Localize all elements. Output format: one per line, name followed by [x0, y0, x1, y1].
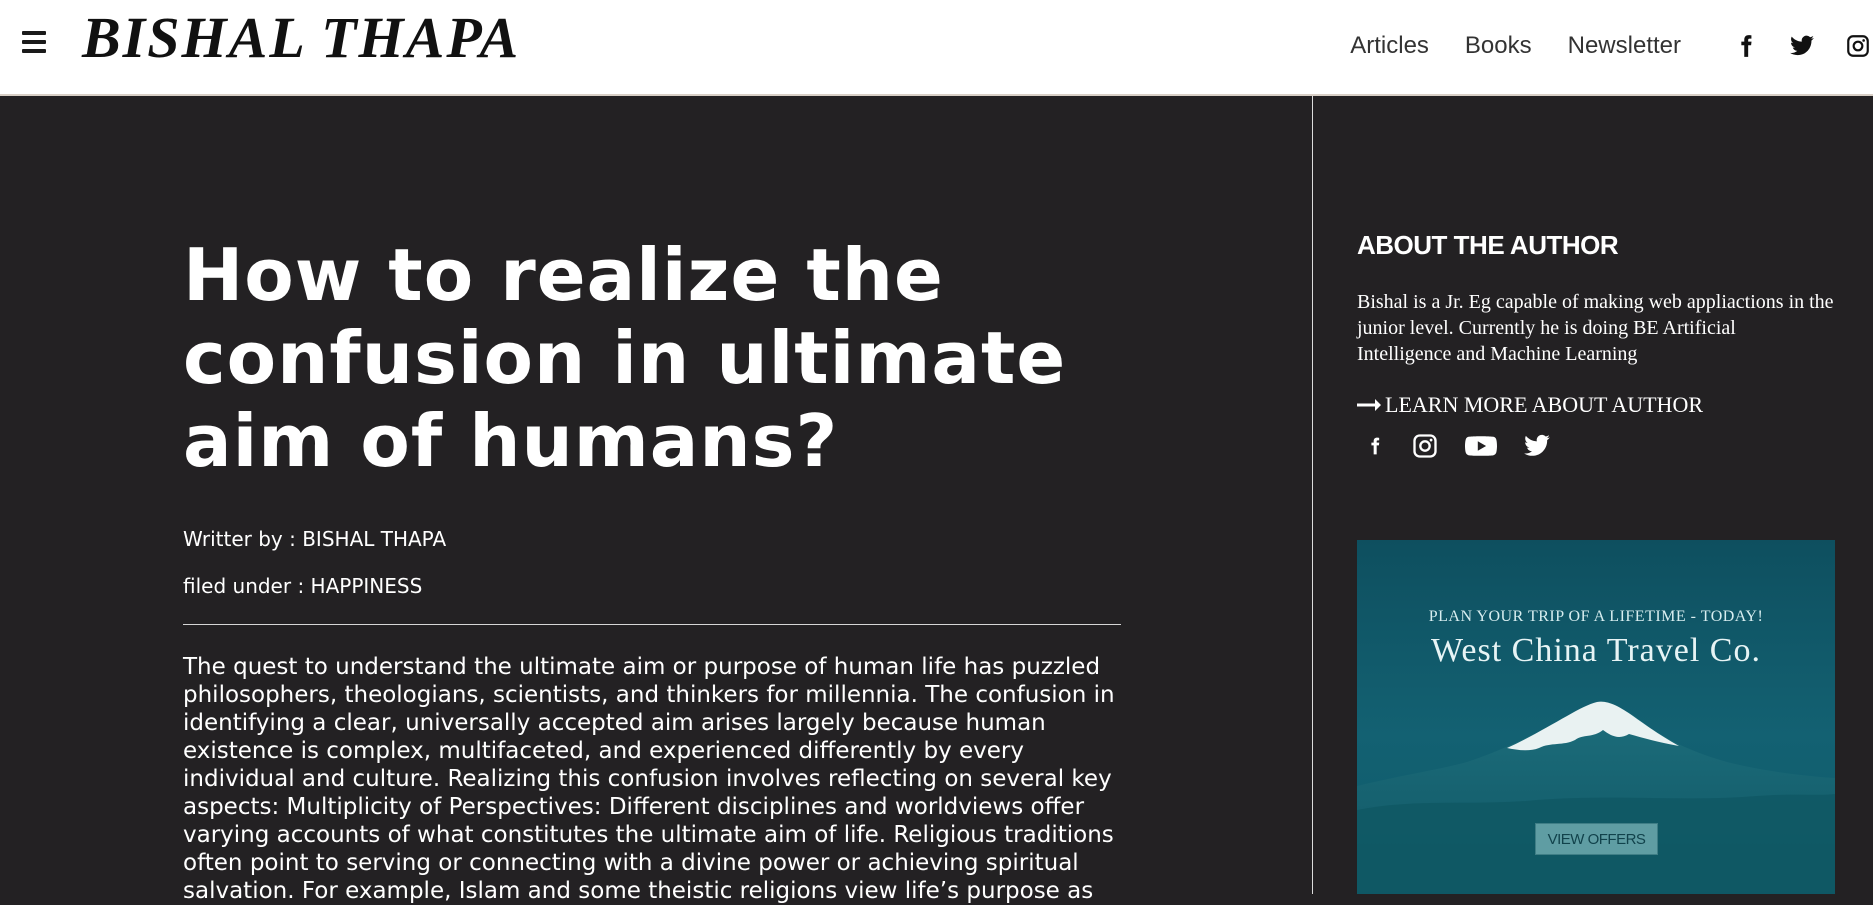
ad-tagline: PLAN YOUR TRIP OF A LIFETIME - TODAY! — [1428, 608, 1764, 625]
main-nav: Articles Books Newsletter — [1350, 0, 1873, 92]
article: How to realize the confusion in ultimate… — [0, 96, 1312, 904]
youtube-icon[interactable] — [1465, 432, 1497, 460]
ad-mountain-image — [1357, 701, 1835, 894]
facebook-icon[interactable] — [1731, 31, 1761, 61]
site-header: BISHAL THAPA Articles Books Newsletter — [0, 0, 1873, 96]
article-body: The quest to understand the ultimate aim… — [183, 654, 1115, 904]
about-author-text: Bishal is a Jr. Eg capable of making web… — [1357, 291, 1834, 365]
hamburger-menu-icon[interactable] — [22, 31, 46, 53]
site-logo[interactable]: BISHAL THAPA — [82, 4, 520, 71]
article-divider — [183, 624, 1121, 625]
nav-newsletter[interactable]: Newsletter — [1568, 32, 1681, 60]
facebook-icon[interactable] — [1365, 432, 1385, 460]
arrow-right-icon — [1357, 399, 1381, 411]
sidebar-divider — [1312, 96, 1313, 894]
nav-books[interactable]: Books — [1465, 32, 1532, 60]
view-offers-button[interactable]: VIEW OFFERS — [1535, 823, 1658, 855]
instagram-icon[interactable] — [1411, 432, 1439, 460]
ad-brand: West China Travel Co. — [1431, 632, 1761, 669]
article-category: filed under : HAPPINESS — [183, 574, 423, 598]
article-title: How to realize the confusion in ultimate… — [183, 233, 1067, 483]
sidebar: ABOUT THE AUTHOR Bishal is a Jr. Eg capa… — [1357, 96, 1835, 894]
instagram-icon[interactable] — [1843, 31, 1873, 61]
article-author: Writter by : BISHAL THAPA — [183, 527, 447, 551]
author-social-links — [1365, 432, 1577, 460]
twitter-icon[interactable] — [1787, 31, 1817, 61]
learn-more-label: LEARN MORE ABOUT AUTHOR — [1385, 392, 1704, 417]
twitter-icon[interactable] — [1523, 432, 1551, 460]
travel-ad-banner[interactable]: PLAN YOUR TRIP OF A LIFETIME - TODAY! We… — [1357, 540, 1835, 894]
about-author-heading: ABOUT THE AUTHOR — [1357, 230, 1619, 260]
learn-more-link[interactable]: LEARN MORE ABOUT AUTHOR — [1357, 392, 1703, 418]
nav-articles[interactable]: Articles — [1350, 32, 1429, 60]
